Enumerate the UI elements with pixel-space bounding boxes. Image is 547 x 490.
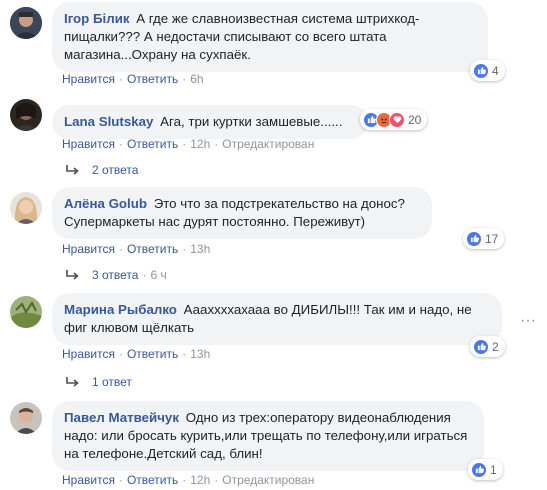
reply-button[interactable]: Ответить	[127, 473, 178, 487]
avatar[interactable]	[10, 7, 42, 39]
view-replies-link[interactable]: 3 ответа · 6 ч	[65, 268, 167, 282]
comment-time[interactable]: 12h	[190, 137, 210, 151]
reaction-summary[interactable]: 2	[470, 336, 505, 357]
reply-button[interactable]: Ответить	[127, 242, 178, 256]
comment-bubble: Марина Рыбалко Аааххххахааа во ДИБИЛЫ!!!…	[52, 293, 502, 345]
comment-text: Ага, три куртки замшевые......	[160, 114, 343, 129]
comment-author[interactable]: Марина Рыбалко	[64, 302, 177, 317]
like-button[interactable]: Нравится	[62, 242, 115, 256]
comment: Ігор Білик А где же славноизвестная сист…	[0, 0, 547, 90]
replies-count[interactable]: 3 ответа	[92, 268, 138, 282]
like-reaction-icon	[473, 62, 489, 79]
view-replies-link[interactable]: 2 ответа	[65, 163, 138, 177]
comment-actions: Нравится · Ответить · 6h	[62, 72, 204, 86]
more-options-icon[interactable]: ···	[520, 313, 536, 329]
reaction-count: 4	[492, 63, 499, 78]
replies-count[interactable]: 2 ответа	[92, 163, 138, 177]
reply-button[interactable]: Ответить	[127, 72, 178, 86]
reply-arrow-icon	[66, 165, 79, 175]
comment-time[interactable]: 13h	[190, 242, 210, 256]
replies-count[interactable]: 1 ответ	[92, 375, 132, 389]
like-button[interactable]: Нравится	[62, 137, 115, 151]
like-button[interactable]: Нравится	[62, 473, 115, 487]
reaction-count: 1	[490, 462, 497, 477]
comment-author[interactable]: Lana Slutskay	[64, 114, 153, 129]
reply-button[interactable]: Ответить	[127, 137, 178, 151]
like-reaction-icon	[471, 461, 487, 478]
like-reaction-icon	[473, 338, 489, 355]
edited-label[interactable]: Отредактирован	[222, 473, 314, 487]
reaction-count: 20	[408, 112, 422, 127]
comment: Марина Рыбалко Аааххххахааа во ДИБИЛЫ!!!…	[0, 290, 547, 390]
comment-author[interactable]: Алёна Golub	[64, 196, 147, 211]
comment-bubble: Lana Slutskay Ага, три куртки замшевые..…	[52, 105, 368, 139]
reply-button[interactable]: Ответить	[127, 347, 178, 361]
comment: Алёна Golub Это что за подстрекательство…	[0, 182, 547, 282]
comment-bubble: Ігор Білик А где же славноизвестная сист…	[52, 2, 488, 72]
view-replies-link[interactable]: 1 ответ	[65, 375, 132, 389]
reply-arrow-icon	[66, 270, 79, 280]
love-reaction-icon	[389, 111, 405, 128]
reaction-count: 2	[492, 339, 499, 354]
reaction-summary[interactable]: 17	[463, 228, 505, 249]
avatar[interactable]	[10, 402, 42, 434]
comment-actions: Нравится · Ответить · 13h	[62, 242, 211, 256]
comment-bubble: Павел Матвейчук Одно из трех:оператору в…	[52, 401, 484, 471]
reaction-summary[interactable]: 1	[468, 459, 503, 480]
comment-time[interactable]: 12h	[190, 473, 210, 487]
comment-author[interactable]: Павел Матвейчук	[64, 410, 179, 425]
like-button[interactable]: Нравится	[62, 72, 115, 86]
edited-label[interactable]: Отредактирован	[222, 137, 314, 151]
like-button[interactable]: Нравится	[62, 347, 115, 361]
comment: Lana Slutskay Ага, три куртки замшевые..…	[0, 92, 547, 182]
avatar[interactable]	[10, 296, 42, 328]
comment-time[interactable]: 13h	[190, 347, 210, 361]
like-reaction-icon	[466, 230, 482, 247]
comment-actions: Нравится · Ответить · 13h	[62, 347, 211, 361]
comment-actions: Нравится · Ответить · 12h · Отредактирован	[62, 137, 315, 151]
reaction-count: 17	[485, 231, 499, 246]
avatar[interactable]	[10, 192, 42, 224]
reaction-summary[interactable]: 20	[360, 109, 428, 130]
comment-actions: Нравится · Ответить · 12h · Отредактирован	[62, 473, 315, 487]
comment-bubble: Алёна Golub Это что за подстрекательство…	[52, 187, 432, 239]
replies-time[interactable]: 6 ч	[150, 268, 166, 282]
comment-author[interactable]: Ігор Білик	[64, 11, 130, 26]
reply-arrow-icon	[66, 377, 79, 387]
comment: Павел Матвейчук Одно из трех:оператору в…	[0, 398, 547, 490]
reaction-summary[interactable]: 4	[470, 60, 505, 81]
avatar[interactable]	[10, 99, 42, 131]
comment-time[interactable]: 6h	[190, 72, 203, 86]
